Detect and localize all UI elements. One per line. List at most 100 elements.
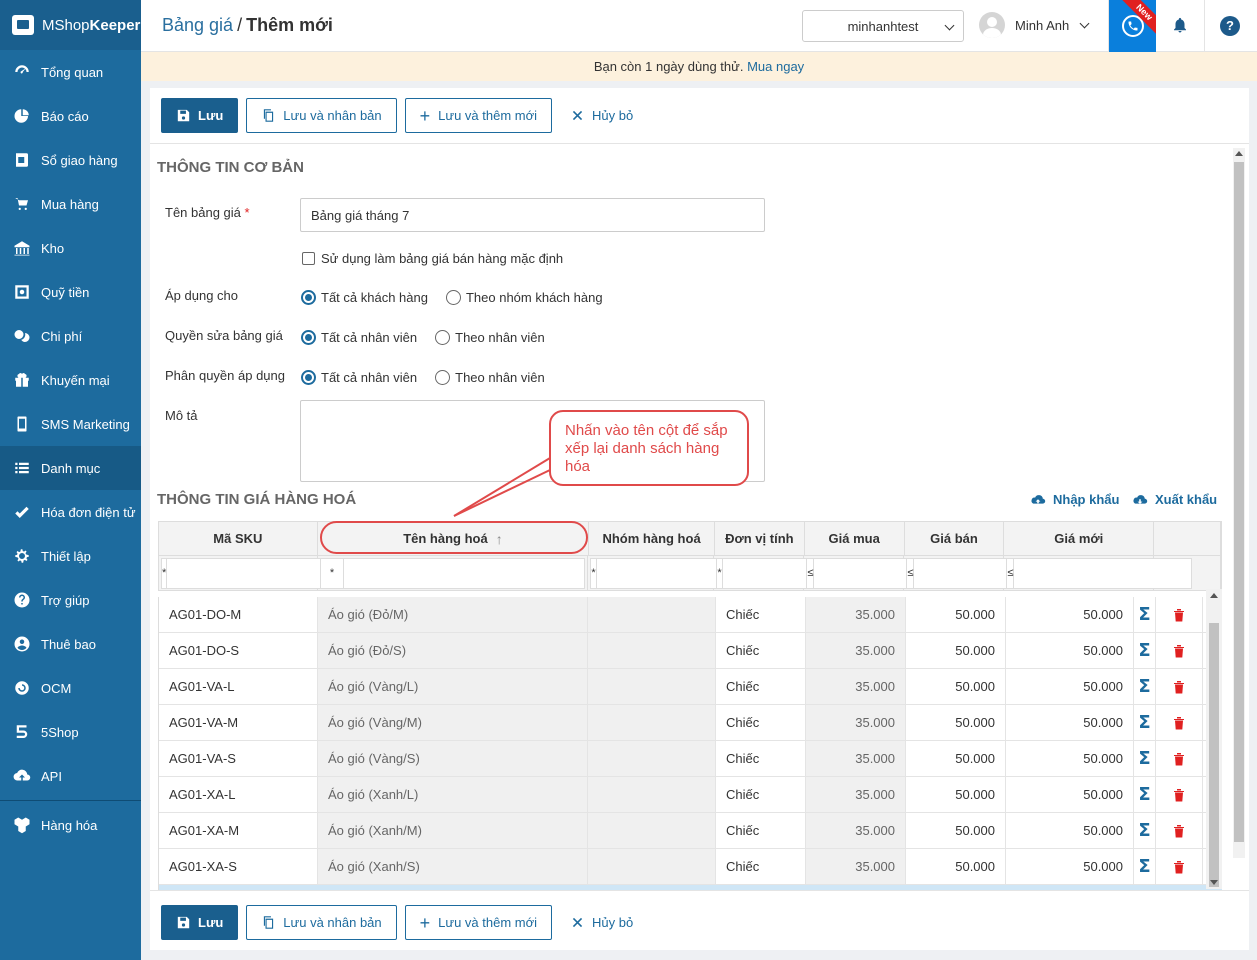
table-row[interactable]: AG01-VA-M Áo gió (Vàng/M) Chiếc 35.000 50.00… xyxy=(159,705,1222,741)
sidebar-item-cart[interactable]: Mua hàng xyxy=(0,182,141,226)
radio-apply-all-staff[interactable]: Tất cả nhân viên xyxy=(301,370,417,385)
sidebar-item-delivery-book[interactable]: Sổ giao hàng xyxy=(0,138,141,182)
sidebar-item-coins[interactable]: Chi phí xyxy=(0,314,141,358)
user-menu[interactable]: Minh Anh xyxy=(979,12,1090,38)
filter-operator[interactable]: ≤ xyxy=(1006,557,1015,589)
save-new-button[interactable]: + Lưu và thêm mới xyxy=(404,905,553,940)
column-header-sale-price[interactable]: Giá bán xyxy=(905,522,1005,555)
sigma-icon[interactable]: Σ xyxy=(1134,741,1156,776)
cell-new-price[interactable]: 50.000 xyxy=(1006,597,1134,632)
scroll-down-icon[interactable] xyxy=(1210,880,1218,885)
save-button[interactable]: Lưu xyxy=(161,905,239,940)
column-header-unit[interactable]: Đơn vị tính xyxy=(715,522,805,555)
table-row[interactable]: AG01-DO-S Áo gió (Đỏ/S) Chiếc 35.000 50.000 5… xyxy=(159,633,1222,669)
panel-scrollbar[interactable] xyxy=(1233,148,1245,858)
trash-icon[interactable] xyxy=(1156,633,1203,668)
cell-new-price[interactable]: 50.000 xyxy=(1006,813,1134,848)
column-header-product-group[interactable]: Nhóm hàng hoá xyxy=(589,522,715,555)
cloud-upload-icon xyxy=(12,766,32,786)
sidebar-item-fiveshop[interactable]: 5Shop xyxy=(0,710,141,754)
radio-edit-all-staff[interactable]: Tất cả nhân viên xyxy=(301,330,417,345)
sidebar-item-boxes[interactable]: Hàng hóa xyxy=(0,803,141,847)
cancel-button[interactable]: Hủy bỏ xyxy=(560,98,644,133)
scroll-thumb[interactable] xyxy=(1209,623,1219,887)
sidebar-item-warehouse[interactable]: Kho xyxy=(0,226,141,270)
sigma-icon[interactable]: Σ xyxy=(1134,777,1156,812)
help-icon[interactable]: ? xyxy=(1220,16,1240,36)
save-new-button[interactable]: + Lưu và thêm mới xyxy=(404,98,553,133)
store-select[interactable]: minhanhtest xyxy=(802,10,964,42)
cell-new-price[interactable]: 50.000 xyxy=(1006,669,1134,704)
cell-new-price[interactable]: 50.000 xyxy=(1006,741,1134,776)
table-row[interactable]: AG01-DO-M Áo gió (Đỏ/M) Chiếc 35.000 50.000 5… xyxy=(159,597,1222,633)
column-header-new-price[interactable]: Giá mới xyxy=(1004,522,1155,555)
cell-new-price[interactable]: 50.000 xyxy=(1006,705,1134,740)
save-button[interactable]: Lưu xyxy=(161,98,239,133)
sigma-icon[interactable]: Σ xyxy=(1134,633,1156,668)
sigma-icon[interactable]: Σ xyxy=(1134,705,1156,740)
breadcrumb-parent[interactable]: Bảng giá xyxy=(162,15,233,35)
save-duplicate-button[interactable]: Lưu và nhân bản xyxy=(246,905,397,940)
radio-apply-by-staff[interactable]: Theo nhân viên xyxy=(435,370,545,385)
trash-icon[interactable] xyxy=(1156,849,1203,884)
sidebar-item-list[interactable]: Danh mục xyxy=(0,446,141,490)
sigma-icon[interactable]: Σ xyxy=(1134,813,1156,848)
trash-icon[interactable] xyxy=(1156,669,1203,704)
app-logo[interactable]: MShopKeeper xyxy=(0,0,141,50)
sidebar-item-safe[interactable]: Quỹ tiền xyxy=(0,270,141,314)
table-row[interactable]: AG01-VA-L Áo gió (Vàng/L) Chiếc 35.000 50.00… xyxy=(159,669,1222,705)
table-row[interactable]: AG01-XA-S Áo gió (Xanh/S) Chiếc 35.000 50.00… xyxy=(159,849,1222,885)
cell-product-group xyxy=(588,597,716,632)
table-row[interactable]: AG01-VA-S Áo gió (Vàng/S) Chiếc 35.000 50.00… xyxy=(159,741,1222,777)
filter-input-product-name[interactable] xyxy=(344,557,586,589)
sidebar-item-pie-chart[interactable]: Báo cáo xyxy=(0,94,141,138)
cancel-button[interactable]: Hủy bỏ xyxy=(560,905,644,940)
scroll-thumb[interactable] xyxy=(1234,162,1244,842)
trash-icon[interactable] xyxy=(1156,705,1203,740)
trash-icon[interactable] xyxy=(1156,741,1203,776)
sidebar-item-cloud-upload[interactable]: API xyxy=(0,754,141,798)
cell-new-price[interactable]: 50.000 xyxy=(1006,777,1134,812)
sidebar-item-gear[interactable]: Thiết lập xyxy=(0,534,141,578)
sidebar-item-gift[interactable]: Khuyến mại xyxy=(0,358,141,402)
sidebar-item-ocm[interactable]: OCM xyxy=(0,666,141,710)
sidebar-item-phone[interactable]: SMS Marketing xyxy=(0,402,141,446)
sidebar-item-label: SMS Marketing xyxy=(41,416,130,432)
sidebar-item-invoice[interactable]: Hóa đơn điện tử xyxy=(0,490,141,534)
sidebar-item-label: 5Shop xyxy=(41,724,79,740)
radio-all-customers[interactable]: Tất cả khách hàng xyxy=(301,290,428,305)
trash-icon[interactable] xyxy=(1156,813,1203,848)
sigma-icon[interactable]: Σ xyxy=(1134,849,1156,884)
buy-now-link[interactable]: Mua ngay xyxy=(747,59,804,74)
column-header-purchase-price[interactable]: Giá mua xyxy=(805,522,905,555)
export-button[interactable]: Xuất khẩu xyxy=(1132,492,1217,507)
sidebar-item-user[interactable]: Thuê bao xyxy=(0,622,141,666)
scroll-up-icon[interactable] xyxy=(1235,151,1243,156)
hotline-button[interactable]: New xyxy=(1109,0,1156,52)
table-row[interactable]: AG01-XA-L Áo gió (Xanh/L) Chiếc 35.000 50.00… xyxy=(159,777,1222,813)
trash-icon[interactable] xyxy=(1156,777,1203,812)
cell-new-price[interactable]: 50.000 xyxy=(1006,849,1134,884)
cell-new-price[interactable]: 50.000 xyxy=(1006,633,1134,668)
sigma-icon[interactable]: Σ xyxy=(1134,669,1156,704)
import-button[interactable]: Nhập khẩu xyxy=(1030,492,1119,507)
grid-scrollbar[interactable] xyxy=(1206,589,1222,889)
filter-operator[interactable]: ≤ xyxy=(906,557,915,589)
cart-icon xyxy=(12,194,32,214)
checkbox-box[interactable] xyxy=(302,252,315,265)
radio-edit-by-staff[interactable]: Theo nhân viên xyxy=(435,330,545,345)
table-row[interactable]: AG01-XA-M Áo gió (Xanh/M) Chiếc 35.000 50.00… xyxy=(159,813,1222,849)
radio-customer-group[interactable]: Theo nhóm khách hàng xyxy=(445,290,603,305)
sidebar-item-dashboard[interactable]: Tổng quan xyxy=(0,50,141,94)
save-duplicate-button[interactable]: Lưu và nhân bản xyxy=(246,98,397,133)
sigma-icon[interactable]: Σ xyxy=(1134,597,1156,632)
trash-icon[interactable] xyxy=(1156,597,1203,632)
bell-icon[interactable] xyxy=(1171,16,1191,36)
sidebar-item-question[interactable]: Trợ giúp xyxy=(0,578,141,622)
default-price-list-checkbox[interactable]: Sử dụng làm bảng giá bán hàng mặc định xyxy=(302,251,563,266)
scroll-up-icon[interactable] xyxy=(1210,593,1218,598)
filter-operator[interactable]: * xyxy=(320,557,344,589)
price-list-name-input[interactable] xyxy=(300,198,765,232)
filter-operator[interactable]: ≤ xyxy=(806,557,815,589)
column-header-sku[interactable]: Mã SKU xyxy=(159,522,318,555)
